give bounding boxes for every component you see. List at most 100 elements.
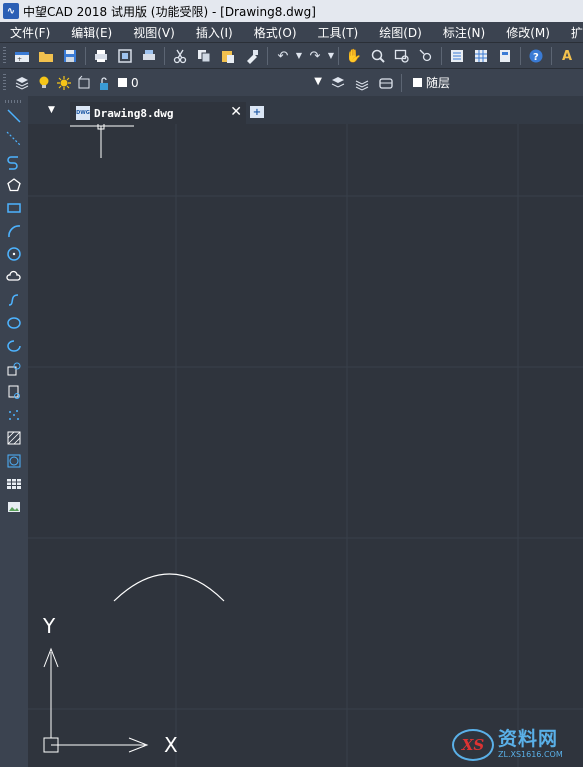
toolbar-separator (267, 47, 268, 65)
layer-states-icon[interactable] (377, 74, 395, 92)
plot-icon[interactable] (140, 47, 158, 65)
make-block-icon[interactable] (4, 382, 24, 402)
toolbar-grip[interactable] (3, 47, 6, 65)
image-icon[interactable] (4, 497, 24, 517)
dwg-file-icon: DWG (76, 106, 90, 120)
circle-icon[interactable] (4, 244, 24, 264)
layer-unlock-icon[interactable] (95, 74, 113, 92)
menu-file[interactable]: 文件(F) (4, 24, 56, 41)
save-icon[interactable] (61, 47, 79, 65)
current-layer-dropdown[interactable]: 0 ▼ (116, 73, 326, 92)
tool-palettes-icon[interactable] (496, 47, 514, 65)
menu-bar: 文件(F) 编辑(E) 视图(V) 插入(I) 格式(O) 工具(T) 绘图(D… (0, 22, 583, 42)
table-icon[interactable] (4, 474, 24, 494)
svg-text:?: ? (533, 52, 539, 63)
rectangle-icon[interactable] (4, 198, 24, 218)
properties-icon[interactable] (448, 47, 466, 65)
window-titlebar: ∿ 中望CAD 2018 试用版 (功能受限) - [Drawing8.dwg] (0, 0, 583, 22)
ucs-x-label: X (164, 733, 178, 757)
point-icon[interactable] (4, 405, 24, 425)
spline-icon[interactable] (4, 290, 24, 310)
site-watermark: XS 资料网 ZL.XS1616.COM (452, 722, 583, 767)
toolbar-separator (520, 47, 521, 65)
layer-toolbar: 0 ▼ 随层 (0, 68, 583, 96)
menu-draw[interactable]: 绘图(D) (373, 24, 428, 41)
toolbar-separator (441, 47, 442, 65)
tab-label: Drawing8.dwg (94, 106, 174, 120)
ucs-icon (43, 647, 149, 753)
tab-drawing8[interactable]: DWG Drawing8.dwg ✕ (70, 102, 246, 124)
window-title: 中望CAD 2018 试用版 (功能受限) - [Drawing8.dwg] (23, 4, 316, 19)
toolbar-grip[interactable] (5, 100, 23, 103)
redo-icon[interactable]: ↷ (306, 47, 324, 65)
polyline-icon[interactable] (4, 152, 24, 172)
watermark-url: ZL.XS1616.COM (498, 750, 563, 759)
layer-previous-icon[interactable] (353, 74, 371, 92)
menu-dimension[interactable]: 标注(N) (437, 24, 491, 41)
watermark-text: 资料网 ZL.XS1616.COM (498, 729, 563, 760)
new-tab-icon[interactable]: + (250, 106, 264, 118)
zoom-realtime-icon[interactable] (369, 47, 387, 65)
menu-format[interactable]: 格式(O) (248, 24, 303, 41)
drawing-canvas[interactable]: Y X (28, 124, 583, 767)
layer-color-swatch (118, 78, 127, 87)
color-control-value: 随层 (426, 76, 451, 90)
revision-cloud-icon[interactable] (4, 267, 24, 287)
color-swatch (413, 78, 422, 87)
undo-icon[interactable]: ↶ (274, 47, 292, 65)
help-icon[interactable]: ? (527, 47, 545, 65)
construction-line-icon[interactable] (4, 129, 24, 149)
copy-icon[interactable] (195, 47, 213, 65)
new-file-icon[interactable]: + (13, 47, 31, 65)
close-icon[interactable]: ✕ (230, 104, 242, 120)
menu-tools[interactable]: 工具(T) (312, 24, 365, 41)
layer-manager-icon[interactable] (13, 74, 31, 92)
arc-icon[interactable] (4, 221, 24, 241)
menu-edit[interactable]: 编辑(E) (65, 24, 118, 41)
ellipse-icon[interactable] (4, 313, 24, 333)
current-layer-name: 0 (131, 75, 139, 90)
arc-entity[interactable] (113, 573, 225, 602)
cut-icon[interactable] (171, 47, 189, 65)
zoom-previous-icon[interactable] (417, 47, 435, 65)
toolbar-separator (338, 47, 339, 65)
layer-freeze-icon[interactable] (75, 74, 93, 92)
open-folder-icon[interactable] (37, 47, 55, 65)
color-control-dropdown[interactable]: 随层 (413, 74, 450, 91)
line-icon[interactable] (4, 106, 24, 126)
document-tab-bar: ▼ DWG Drawing8.dwg ✕ + (28, 96, 583, 124)
menu-insert[interactable]: 插入(I) (190, 24, 239, 41)
menu-extend[interactable]: 扩展 (565, 24, 583, 41)
layer-on-bulb-icon[interactable] (35, 74, 53, 92)
polygon-icon[interactable] (4, 175, 24, 195)
tab-list-dropdown-icon[interactable]: ▼ (48, 105, 55, 115)
print-icon[interactable] (92, 47, 110, 65)
menu-view[interactable]: 视图(V) (127, 24, 181, 41)
make-current-icon[interactable] (329, 74, 347, 92)
region-icon[interactable] (4, 451, 24, 471)
zwcad-app-icon[interactable]: ∿ (3, 3, 19, 19)
grid-lines (28, 124, 583, 767)
menu-modify[interactable]: 修改(M) (500, 24, 556, 41)
chevron-down-icon[interactable]: ▼ (314, 76, 322, 87)
toolbar-separator (551, 47, 552, 65)
toolbar-grip[interactable] (3, 73, 6, 92)
redo-dropdown-icon[interactable]: ▼ (327, 47, 335, 65)
insert-block-icon[interactable] (4, 359, 24, 379)
watermark-name: 资料网 (498, 728, 559, 750)
ucs-y-label: Y (43, 614, 56, 638)
draw-toolbar (0, 96, 28, 767)
hatch-icon[interactable] (4, 428, 24, 448)
toolbar-separator (85, 47, 86, 65)
text-style-icon[interactable]: A (558, 47, 576, 65)
layer-sun-icon[interactable] (55, 74, 73, 92)
match-properties-icon[interactable] (243, 47, 261, 65)
pan-hand-icon[interactable]: ✋ (345, 47, 363, 65)
print-preview-icon[interactable] (116, 47, 134, 65)
ellipse-arc-icon[interactable] (4, 336, 24, 356)
undo-dropdown-icon[interactable]: ▼ (295, 47, 303, 65)
zoom-window-icon[interactable] (393, 47, 411, 65)
design-center-icon[interactable] (472, 47, 490, 65)
svg-text:+: + (17, 56, 22, 63)
paste-icon[interactable] (219, 47, 237, 65)
